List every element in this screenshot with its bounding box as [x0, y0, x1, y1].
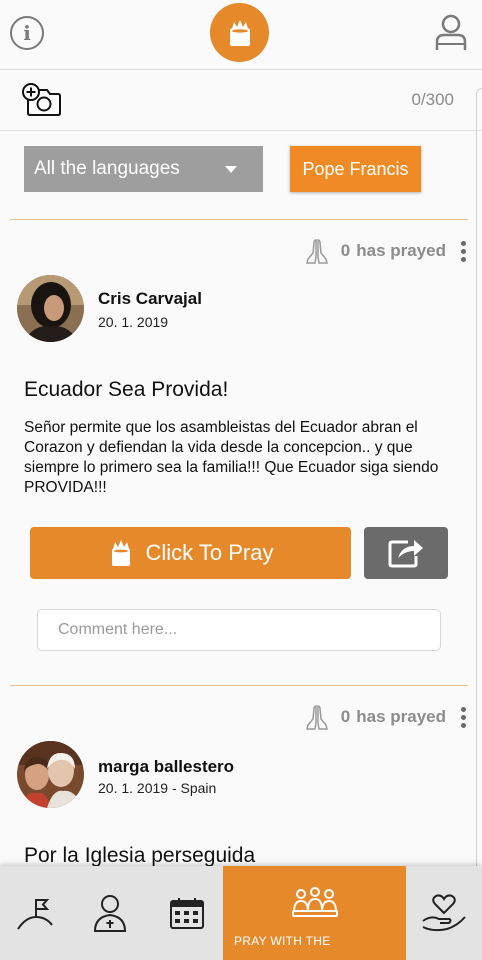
post-date: 20. 1. 2019 - Spain: [98, 780, 217, 796]
post-date: 20. 1. 2019: [98, 314, 169, 330]
flag-icon: [17, 899, 53, 930]
candle-icon: [111, 540, 130, 566]
language-select-value: All the languages: [34, 158, 180, 179]
prayed-count: 0: [340, 707, 351, 726]
avatar[interactable]: [17, 275, 84, 342]
upload-row: 0/300: [0, 71, 482, 131]
photo-counter: 0/300: [411, 90, 454, 109]
post-title: Ecuador Sea Provida!: [24, 378, 229, 401]
prayed-label: has prayed: [356, 707, 446, 726]
post-body: Señor permite que los asambleistas del E…: [24, 419, 439, 496]
author-name[interactable]: marga ballestero: [98, 757, 234, 777]
nav-flag[interactable]: [0, 866, 70, 960]
calendar-icon: [169, 898, 204, 929]
caret-down-icon: [225, 166, 237, 173]
prayed-row: 0 has prayed: [303, 702, 466, 732]
add-photo-icon[interactable]: [22, 83, 62, 117]
kebab-menu-icon[interactable]: [460, 240, 466, 262]
heart-hand-icon: [422, 894, 466, 932]
kebab-menu-icon[interactable]: [460, 706, 466, 728]
author-name[interactable]: Cris Carvajal: [98, 289, 202, 309]
pope-francis-button[interactable]: Pope Francis: [290, 146, 421, 192]
praying-hands-icon[interactable]: [303, 703, 331, 731]
top-bar: i: [0, 0, 482, 70]
click-to-pray-button[interactable]: Click To Pray: [30, 527, 351, 579]
prayed-count: 0: [340, 241, 351, 260]
nav-active-label: PRAY WITH THE: [234, 934, 331, 948]
share-button[interactable]: [364, 527, 448, 579]
click-to-pray-label: Click To Pray: [145, 540, 274, 565]
priest-icon: [93, 895, 127, 932]
language-select[interactable]: All the languages: [24, 146, 263, 192]
comment-input[interactable]: [37, 609, 441, 651]
nav-priest[interactable]: [70, 866, 150, 960]
nav-pray-with[interactable]: PRAY WITH THE: [223, 866, 406, 960]
divider: [10, 685, 468, 686]
avatar[interactable]: [17, 741, 84, 808]
bottom-nav: PRAY WITH THE: [0, 866, 482, 960]
praying-hands-icon[interactable]: [303, 237, 331, 265]
candle-logo-icon[interactable]: [210, 3, 269, 62]
user-icon[interactable]: [434, 14, 468, 52]
divider: [10, 219, 468, 220]
info-icon[interactable]: i: [10, 16, 44, 50]
share-icon: [388, 540, 423, 568]
prayed-label: has prayed: [356, 241, 446, 260]
group-icon: [291, 887, 338, 917]
post-title: Por la Iglesia perseguida: [24, 844, 256, 867]
app-screen: i 0/300 All the languages Pope Francis 0…: [0, 0, 482, 960]
nav-heart[interactable]: [406, 866, 482, 960]
scrollbar[interactable]: [476, 88, 482, 868]
nav-calendar[interactable]: [150, 866, 223, 960]
prayed-row: 0 has prayed: [303, 236, 466, 266]
